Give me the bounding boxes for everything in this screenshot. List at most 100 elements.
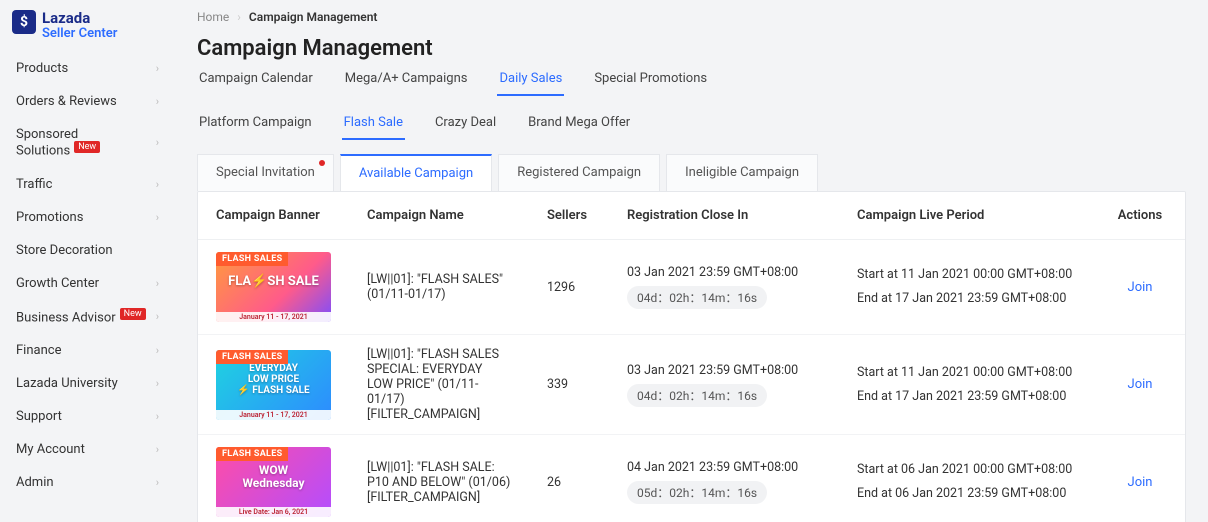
sidebar-item-label: Growth Center [16,276,99,291]
new-badge: New [120,308,146,320]
sidebar-item-promotions[interactable]: Promotions › [6,201,169,234]
tab-brand-mega-offer[interactable]: Brand Mega Offer [526,115,632,140]
sidebar-nav: Products › Orders & Reviews › Sponsored … [0,52,175,499]
col-header-sellers: Sellers [529,192,609,240]
cell-live-period: Start at 11 Jan 2021 00:00 GMT+08:00 End… [839,335,1095,435]
banner-flag: FLASH SALES [216,252,288,266]
cell-sellers: 339 [529,335,609,435]
tab-crazy-deal[interactable]: Crazy Deal [433,115,498,140]
sidebar-item-lazada-university[interactable]: Lazada University › [6,367,169,400]
banner-date: January 11 - 17, 2021 [216,312,331,322]
cell-banner: FLASH SALES WOW Wednesday Live Date: Jan… [198,435,349,522]
sidebar-item-admin[interactable]: Admin › [6,466,169,499]
sidebar-item-products[interactable]: Products › [6,52,169,85]
col-header-live-period: Campaign Live Period [839,192,1095,240]
tab-label: Special Invitation [216,165,315,180]
live-end: End at 17 Jan 2021 23:59 GMT+08:00 [857,287,1077,311]
notification-dot-icon [319,160,325,166]
chevron-right-icon: › [156,410,159,423]
tab-platform-campaign[interactable]: Platform Campaign [197,115,314,140]
sidebar-item-orders-reviews[interactable]: Orders & Reviews › [6,85,169,118]
breadcrumb-current: Campaign Management [249,10,378,24]
live-end: End at 06 Jan 2021 23:59 GMT+08:00 [857,482,1077,506]
sidebar-item-label: Traffic [16,177,52,192]
countdown-pill: 05d：02h：14m：16s [627,481,767,504]
cell-name: [LW||01]: "FLASH SALES" (01/11-01/17) [349,240,529,335]
campaign-banner-image: FLASH SALES WOW Wednesday Live Date: Jan… [216,447,331,517]
sidebar-item-label: Admin [16,475,54,490]
logo-text: Lazada Seller Center [42,10,117,42]
sidebar-item-label: Orders & Reviews [16,94,117,109]
tab-flash-sale[interactable]: Flash Sale [342,115,405,140]
tabs-sale-type: Platform Campaign Flash Sale Crazy Deal … [197,115,1186,140]
banner-text: FLA⚡SH SALE [228,275,319,289]
logo-line1: Lazada [42,10,117,27]
tab-registered-campaign[interactable]: Registered Campaign [498,154,660,191]
col-header-banner: Campaign Banner [198,192,349,240]
join-button[interactable]: Join [1128,377,1153,392]
sidebar-item-my-account[interactable]: My Account › [6,433,169,466]
col-header-reg-close: Registration Close In [609,192,839,240]
sidebar-item-label: Finance [16,343,61,358]
tab-ineligible-campaign[interactable]: Ineligible Campaign [666,154,818,191]
lazada-logo-icon: $ [12,10,36,34]
banner-text: EVERYDAY LOW PRICE ⚡ FLASH SALE [237,363,309,396]
tab-available-campaign[interactable]: Available Campaign [340,154,492,191]
cell-banner: FLASH SALES FLA⚡SH SALE January 11 - 17,… [198,240,349,335]
sidebar-item-store-decoration[interactable]: Store Decoration [6,234,169,267]
chevron-right-icon: › [156,377,159,390]
chevron-right-icon: › [156,277,159,290]
cell-reg-close: 04 Jan 2021 23:59 GMT+08:00 05d：02h：14m：… [609,435,839,522]
sidebar-item-label: Lazada University [16,376,118,391]
tab-label: Available Campaign [359,166,473,181]
banner-flag: FLASH SALES [216,350,288,364]
logo[interactable]: $ Lazada Seller Center [0,10,175,52]
cell-live-period: Start at 06 Jan 2021 00:00 GMT+08:00 End… [839,435,1095,522]
tab-mega-campaigns[interactable]: Mega/A+ Campaigns [343,71,470,96]
cell-live-period: Start at 11 Jan 2021 00:00 GMT+08:00 End… [839,240,1095,335]
tab-special-promotions[interactable]: Special Promotions [592,71,709,96]
reg-close-time: 03 Jan 2021 23:59 GMT+08:00 [627,265,821,280]
sidebar-item-growth-center[interactable]: Growth Center › [6,267,169,300]
cell-reg-close: 03 Jan 2021 23:59 GMT+08:00 04d：02h：14m：… [609,335,839,435]
chevron-right-icon: › [156,344,159,357]
live-end: End at 17 Jan 2021 23:59 GMT+08:00 [857,385,1077,409]
banner-date: Live Date: Jan 6, 2021 [216,507,331,517]
cell-actions: Join [1095,435,1185,522]
cell-sellers: 1296 [529,240,609,335]
join-button[interactable]: Join [1128,280,1153,295]
tab-campaign-calendar[interactable]: Campaign Calendar [197,71,315,96]
tab-daily-sales[interactable]: Daily Sales [497,71,564,96]
cell-actions: Join [1095,240,1185,335]
chevron-right-icon: › [156,178,159,191]
sidebar: $ Lazada Seller Center Products › Orders… [0,0,175,522]
chevron-right-icon: › [156,443,159,456]
banner-text: WOW Wednesday [242,464,304,490]
sidebar-item-traffic[interactable]: Traffic › [6,168,169,201]
chevron-right-icon: › [156,211,159,224]
chevron-right-icon: › [156,136,159,149]
col-header-name: Campaign Name [349,192,529,240]
sidebar-item-label: Products [16,61,68,76]
sidebar-item-sponsored-solutions[interactable]: Sponsored SolutionsNew › [6,118,169,167]
chevron-right-icon: › [156,62,159,75]
breadcrumb-home[interactable]: Home [197,10,229,24]
live-start: Start at 11 Jan 2021 00:00 GMT+08:00 [857,361,1077,385]
sidebar-item-business-advisor[interactable]: Business AdvisorNew › [6,300,169,334]
chevron-right-icon: › [156,476,159,489]
tabs-campaign-status: Special Invitation Available Campaign Re… [197,154,1186,191]
campaign-table: Campaign Banner Campaign Name Sellers Re… [198,192,1185,522]
tab-special-invitation[interactable]: Special Invitation [197,154,334,191]
join-button[interactable]: Join [1128,475,1153,490]
sidebar-item-finance[interactable]: Finance › [6,334,169,367]
campaign-banner-image: FLASH SALES EVERYDAY LOW PRICE ⚡ FLASH S… [216,350,331,420]
countdown-pill: 04d：02h：14m：16s [627,286,767,309]
reg-close-time: 04 Jan 2021 23:59 GMT+08:00 [627,460,821,475]
tabs-campaign-type: Campaign Calendar Mega/A+ Campaigns Dail… [197,71,1186,97]
countdown-pill: 04d：02h：14m：16s [627,384,767,407]
tab-label: Registered Campaign [517,165,641,180]
sidebar-item-support[interactable]: Support › [6,400,169,433]
table-row: FLASH SALES FLA⚡SH SALE January 11 - 17,… [198,240,1185,335]
sidebar-item-label: Promotions [16,210,83,225]
page-title: Campaign Management [197,36,1186,61]
